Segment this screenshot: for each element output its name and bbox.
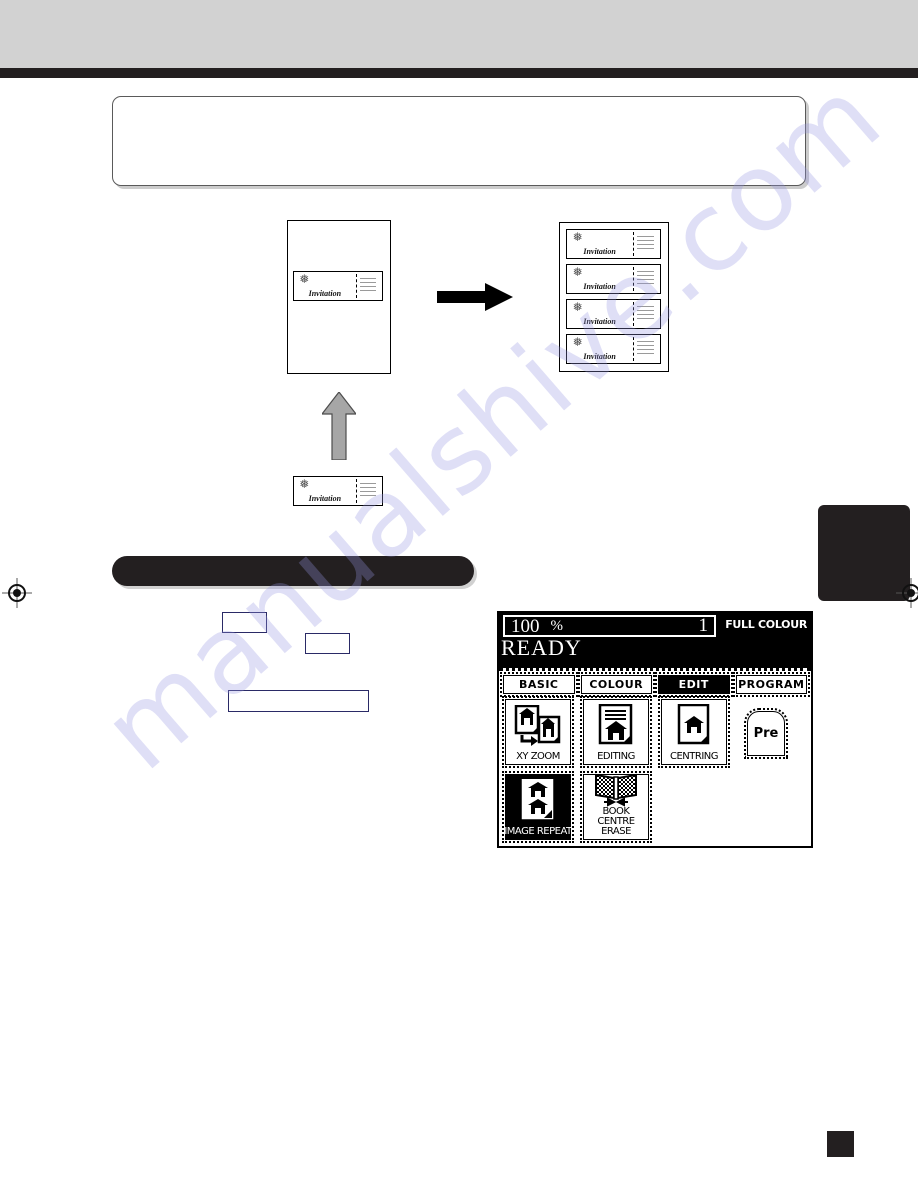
function-label: CENTRING [669,751,719,762]
flower-burst-icon: ❅ [572,300,583,315]
card-dashed-divider [632,231,634,257]
card-text-lines [636,271,654,287]
tab-basic[interactable]: BASIC [500,672,578,697]
ready-status-text: READY [501,635,582,660]
section-heading-bar [112,556,474,586]
zoom-and-copies-box: 100 % 1 [503,615,716,637]
flower-burst-icon: ❅ [572,230,583,245]
lcd-body: BASIC COLOUR EDIT PROGRAM XY ZOOM EDITIN… [499,668,811,846]
colour-mode-label: FULL COLOUR [725,618,807,631]
page-number-marker [827,1131,854,1157]
card-label: Invitation [583,247,616,257]
document-repeated-house-icon [521,775,555,827]
tab-colour[interactable]: COLOUR [577,672,655,697]
card-dashed-divider [632,336,634,362]
step-box-1 [222,612,267,633]
function-label: EDITING [597,751,635,762]
function-label: BOOK CENTRE ERASE [597,806,635,837]
source-invitation-card: ❅ Invitation [293,476,383,506]
document-lines-house-icon [598,700,634,752]
right-arrow-icon [437,283,513,311]
function-label: XY ZOOM [516,751,560,762]
output-invitation-card: ❅ Invitation [566,299,661,329]
registration-mark-left [2,578,32,608]
button-book-centre-erase[interactable]: BOOK CENTRE ERASE [580,771,652,843]
step-box-3 [228,690,369,712]
output-sheet: ❅ Invitation ❅ Invitation ❅ Invitation ❅… [559,222,669,372]
card-dashed-divider [632,301,634,327]
card-text-lines [636,236,654,252]
up-arrow-icon [320,391,358,461]
illustration-area: ❅ Invitation ❅ Invitation ❅ Invitation ❅… [0,0,918,1188]
button-centring[interactable]: CENTRING [658,696,730,768]
function-button-grid: XY ZOOM EDITING CENTRING IMAGE REPEAT BO… [502,696,805,843]
card-label: Invitation [308,494,342,504]
button-image-repeat[interactable]: IMAGE REPEAT [502,771,574,843]
registration-mark-right [896,578,918,608]
card-text-lines [636,306,654,322]
zoom-value: 100 [511,615,540,637]
output-invitation-card: ❅ Invitation [566,229,661,259]
flower-burst-icon: ❅ [299,477,310,492]
card-text-lines [636,341,654,357]
preset-tab-label: Pre [753,726,779,741]
step-box-2 [305,633,350,654]
copy-count: 1 [698,615,709,636]
preset-tab[interactable]: Pre [744,708,788,759]
percent-sign: % [550,617,564,634]
function-label: IMAGE REPEAT [504,826,572,837]
open-book-arrows-icon [593,771,639,807]
document-centred-house-icon [677,700,711,752]
card-dashed-divider [632,266,634,292]
tab-edit[interactable]: EDIT [655,672,733,697]
lcd-tab-row: BASIC COLOUR EDIT PROGRAM [499,671,811,697]
button-xy-zoom[interactable]: XY ZOOM [502,696,574,768]
original-invitation-card: ❅ Invitation [293,271,383,301]
output-invitation-card: ❅ Invitation [566,334,661,364]
tab-program[interactable]: PROGRAM [732,672,810,697]
card-label: Invitation [583,317,616,327]
card-label: Invitation [583,352,616,362]
card-dashed-divider [356,273,358,299]
button-editing[interactable]: EDITING [580,696,652,768]
copier-lcd-panel: 100 % 1 FULL COLOUR READY BASIC COLOUR E… [497,611,813,848]
card-label: Invitation [583,282,616,292]
card-label: Invitation [308,289,342,299]
two-documents-zoom-icon [514,700,562,752]
flower-burst-icon: ❅ [572,335,583,350]
flower-burst-icon: ❅ [299,272,310,287]
output-invitation-card: ❅ Invitation [566,264,661,294]
lcd-status-bar: 100 % 1 FULL COLOUR READY [499,613,811,668]
card-dashed-divider [356,478,358,504]
card-text-lines [360,483,376,499]
card-text-lines [360,278,376,294]
flower-burst-icon: ❅ [572,265,583,280]
